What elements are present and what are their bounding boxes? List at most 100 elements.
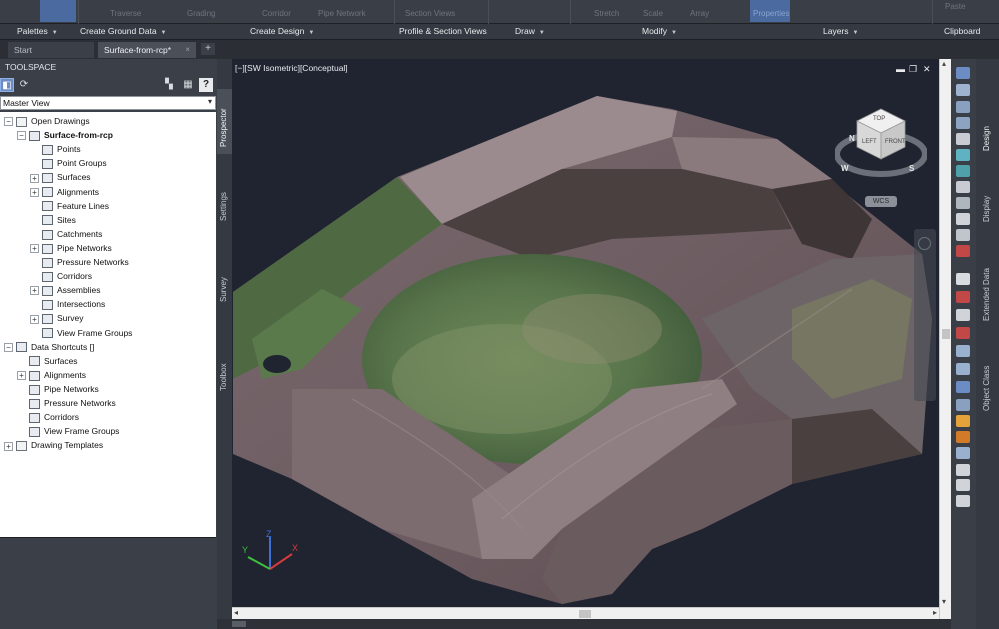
tree-item[interactable]: Point Groups: [30, 156, 107, 170]
expand-icon[interactable]: +: [30, 286, 39, 296]
scroll-right-icon[interactable]: ▸: [933, 608, 937, 617]
tool-icon[interactable]: [956, 197, 970, 209]
tree-item[interactable]: View Frame Groups: [30, 326, 132, 340]
tree-item[interactable]: − Surface-from-rcp: [17, 128, 113, 142]
tree-item[interactable]: Feature Lines: [30, 199, 109, 213]
status-handle[interactable]: [232, 621, 246, 627]
tree-item[interactable]: Corridors: [17, 410, 79, 424]
tree-item[interactable]: Catchments: [30, 227, 102, 241]
scroll-down-icon[interactable]: ▾: [942, 597, 946, 606]
view-selector[interactable]: Master View ▾: [0, 96, 216, 110]
tab-settings[interactable]: Settings: [217, 179, 232, 229]
tab-start[interactable]: Start: [8, 42, 94, 58]
tree-item[interactable]: + Drawing Templates: [4, 438, 103, 452]
compass-w[interactable]: W: [841, 164, 849, 173]
ribbon-active-button[interactable]: [40, 0, 76, 22]
panel-create-design[interactable]: Create Design ▼: [250, 26, 314, 36]
compass-n[interactable]: N: [849, 134, 855, 143]
panel-clipboard[interactable]: Clipboard: [944, 26, 980, 36]
item-view-icon[interactable]: ▚: [162, 78, 176, 92]
tool-icon[interactable]: [956, 381, 970, 393]
viewcube[interactable]: TOP LEFT FRONT N W S: [834, 104, 928, 184]
vertical-scrollbar[interactable]: ▴ ▾: [939, 59, 951, 619]
tree-item[interactable]: + Surfaces: [30, 170, 91, 184]
drawing-viewport[interactable]: [−][SW Isometric][Conceptual] ▬ ❐ ✕ TOP …: [232, 59, 939, 607]
panel-palettes[interactable]: Palettes ▼: [17, 26, 58, 36]
viewport-controls-label[interactable]: [−][SW Isometric][Conceptual]: [235, 63, 348, 73]
horizontal-scrollbar[interactable]: ◂ ▸: [232, 607, 939, 619]
panel-create-ground-data[interactable]: Create Ground Data ▼: [80, 26, 167, 36]
tool-icon[interactable]: [956, 479, 970, 491]
tool-icon[interactable]: [956, 229, 970, 241]
select-icon[interactable]: [956, 67, 970, 79]
steering-wheel-icon[interactable]: [918, 237, 931, 250]
help-icon[interactable]: ?: [199, 78, 213, 92]
tool-icon[interactable]: [956, 181, 970, 193]
ribbon-tool-traverse[interactable]: Traverse: [110, 9, 141, 18]
expand-icon[interactable]: +: [30, 173, 39, 183]
panel-modify[interactable]: Modify ▼: [642, 26, 677, 36]
wcs-menu[interactable]: WCS: [865, 196, 897, 207]
tab-survey[interactable]: Survey: [217, 269, 232, 309]
viewcube-top-label[interactable]: TOP: [873, 116, 885, 122]
tab-extended-data[interactable]: Extended Data: [980, 259, 996, 334]
vertical-scroll-thumb[interactable]: [942, 329, 950, 339]
tool-icon[interactable]: [956, 345, 970, 357]
tree-item[interactable]: Surfaces: [17, 354, 78, 368]
tree-item[interactable]: + Alignments: [30, 185, 99, 199]
tool-icon[interactable]: [956, 415, 970, 427]
tree-item[interactable]: + Pipe Networks: [30, 241, 112, 255]
minimize-icon[interactable]: ▬: [896, 64, 905, 74]
tool-icon[interactable]: [956, 117, 970, 129]
tool-icon[interactable]: [956, 327, 970, 339]
viewcube-front-label[interactable]: FRONT: [885, 139, 906, 145]
close-viewport-icon[interactable]: ✕: [923, 64, 931, 75]
tool-icon[interactable]: [956, 165, 970, 177]
tool-icon[interactable]: [956, 149, 970, 161]
quick-select-icon[interactable]: [956, 84, 970, 96]
panel-profile-section-views[interactable]: Profile & Section Views: [399, 26, 487, 36]
new-tab-button[interactable]: +: [201, 43, 215, 55]
tab-prospector[interactable]: Prospector: [217, 89, 232, 154]
tool-icon[interactable]: [956, 291, 970, 303]
tree-item[interactable]: + Assemblies: [30, 283, 100, 297]
tree-item[interactable]: Pressure Networks: [30, 255, 129, 269]
viewcube-left-label[interactable]: LEFT: [862, 139, 877, 145]
tool-icon[interactable]: [956, 363, 970, 375]
ribbon-tool-corridor[interactable]: Corridor: [262, 9, 291, 18]
tree-item[interactable]: + Survey: [30, 311, 83, 325]
scroll-up-icon[interactable]: ▴: [942, 59, 946, 68]
expand-icon[interactable]: +: [17, 371, 26, 381]
tree-item[interactable]: Pressure Networks: [17, 396, 116, 410]
tree-item[interactable]: Sites: [30, 213, 76, 227]
refresh-icon[interactable]: ⟳: [17, 78, 31, 92]
close-icon[interactable]: ×: [185, 45, 190, 54]
view-toggle-icon[interactable]: ◧: [0, 78, 14, 92]
scroll-left-icon[interactable]: ◂: [234, 608, 238, 617]
tool-icon[interactable]: [956, 245, 970, 257]
ribbon-tool-grading[interactable]: Grading: [187, 9, 215, 18]
expand-icon[interactable]: +: [30, 314, 39, 324]
collapse-icon[interactable]: −: [4, 342, 13, 352]
pickadd-icon[interactable]: [956, 101, 970, 113]
tree-item[interactable]: Pipe Networks: [17, 382, 99, 396]
ribbon-tool-scale[interactable]: Scale: [643, 9, 663, 18]
properties-button[interactable]: Properties: [750, 0, 790, 22]
navigation-bar[interactable]: [914, 229, 936, 401]
expand-icon[interactable]: +: [30, 187, 39, 197]
ribbon-tool-section-views[interactable]: Section Views: [405, 9, 455, 18]
tool-icon[interactable]: [956, 133, 970, 145]
compass-s[interactable]: S: [909, 164, 914, 173]
tool-icon[interactable]: [956, 495, 970, 507]
ribbon-tool-pipe-network[interactable]: Pipe Network: [318, 9, 366, 18]
expand-icon[interactable]: +: [30, 244, 39, 254]
horizontal-scroll-thumb[interactable]: [579, 610, 591, 618]
collapse-icon[interactable]: −: [4, 117, 13, 127]
tab-design[interactable]: Design: [980, 99, 996, 159]
tool-icon[interactable]: [956, 447, 970, 459]
panel-draw[interactable]: Draw ▼: [515, 26, 545, 36]
ribbon-tool-stretch[interactable]: Stretch: [594, 9, 619, 18]
ribbon-tool-paste[interactable]: Paste: [945, 2, 965, 11]
tool-icon[interactable]: [956, 399, 970, 411]
panel-layers[interactable]: Layers ▼: [823, 26, 858, 36]
